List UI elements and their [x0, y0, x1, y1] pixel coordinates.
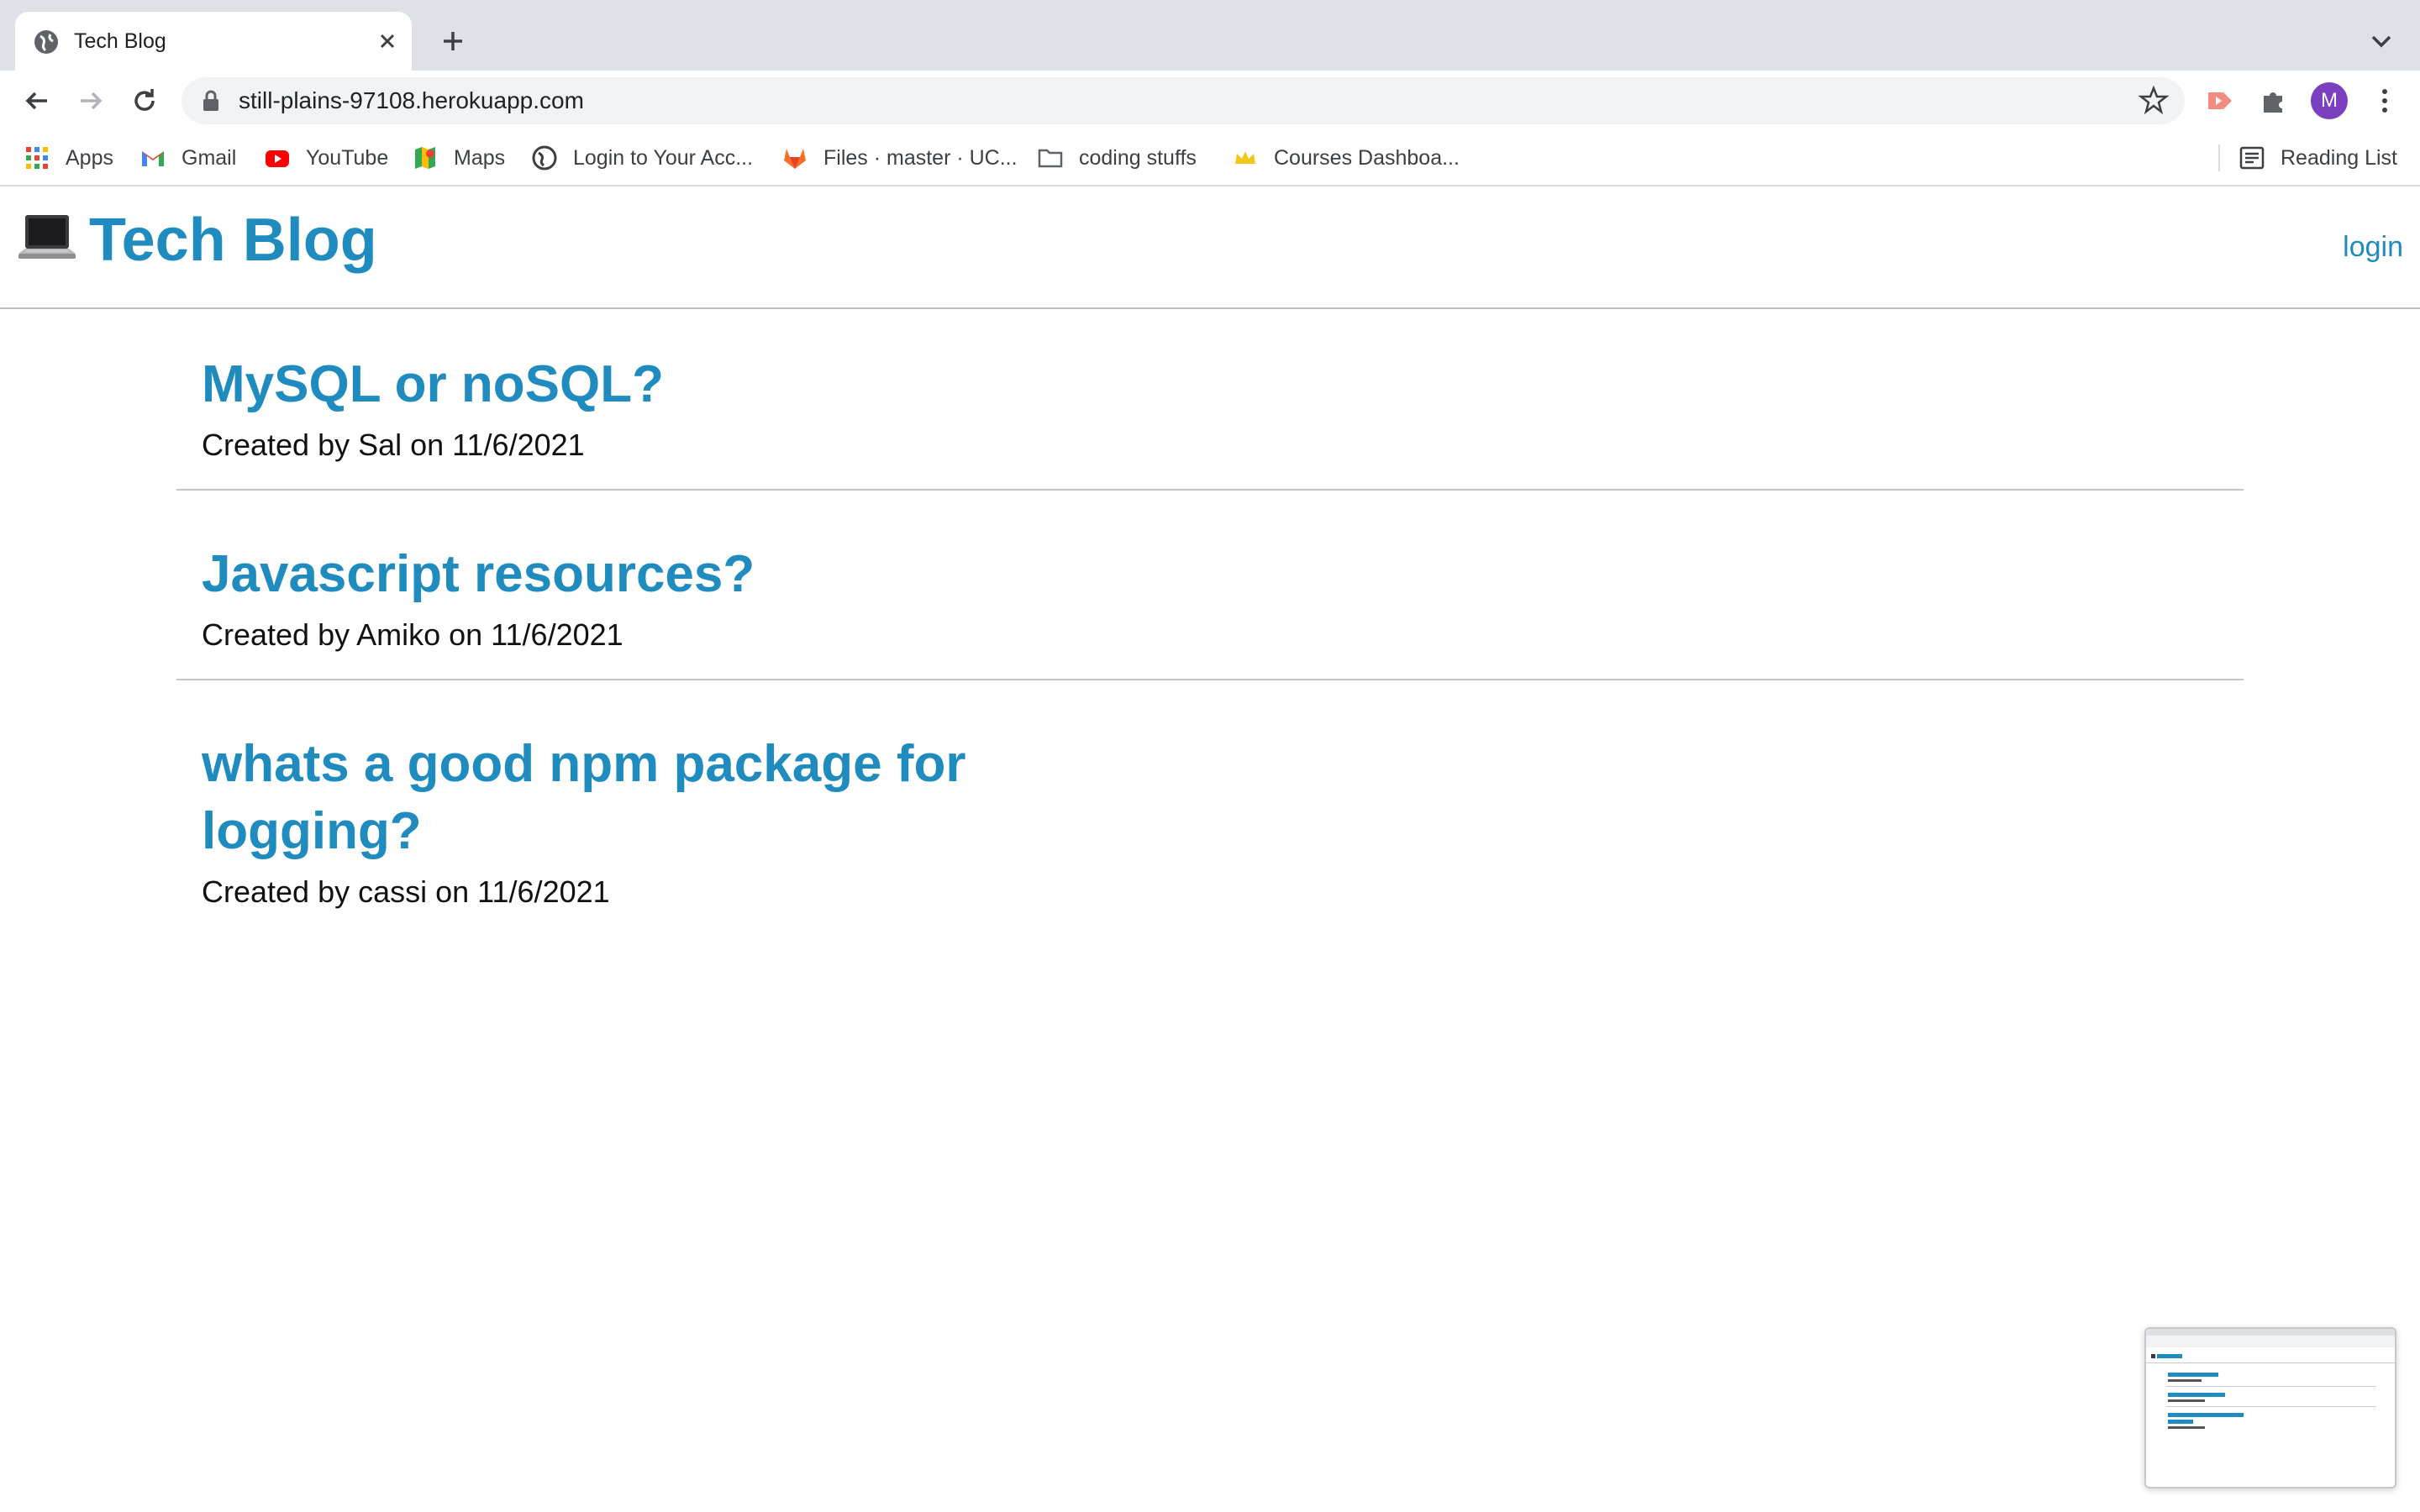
post-meta: Created by Amiko on 11/6/2021 [202, 617, 623, 652]
post-divider [176, 679, 2244, 680]
forward-icon[interactable] [72, 82, 109, 119]
maps-icon [415, 147, 435, 169]
bookmark-apps[interactable]: Apps [24, 141, 113, 175]
post-divider [176, 489, 2244, 491]
globe-icon [34, 30, 58, 54]
bookmark-gitlab-files[interactable]: Files · master · UC... [781, 141, 1018, 175]
kebab-menu-icon[interactable] [2368, 84, 2402, 118]
reading-list-button[interactable]: Reading List [2238, 141, 2397, 175]
thumbnail-preview-image [2146, 1329, 2395, 1429]
post-meta: Created by cassi on 11/6/2021 [202, 874, 610, 909]
new-tab-icon[interactable] [437, 25, 469, 57]
bookmarks-divider [2218, 144, 2220, 171]
reading-list-icon [2239, 146, 2265, 170]
post-title-link[interactable]: Javascript resources? [176, 541, 1059, 608]
bookmark-login-account[interactable]: Login to Your Acc... [531, 141, 753, 175]
tab-title: Tech Blog [74, 29, 166, 53]
back-icon[interactable] [18, 82, 55, 119]
bookmark-star-icon[interactable] [2138, 84, 2170, 116]
bookmark-label: YouTube [306, 145, 389, 170]
post-meta: Created by Sal on 11/6/2021 [202, 428, 585, 462]
site-title[interactable]: Tech Blog [89, 205, 377, 276]
apps-grid-icon [26, 147, 48, 169]
screenshot-thumbnail[interactable] [2144, 1327, 2396, 1488]
url-text[interactable]: still-plains-97108.herokuapp.com [239, 86, 584, 116]
extensions-puzzle-icon[interactable] [2257, 84, 2291, 118]
gitlab-icon [784, 149, 806, 169]
profile-avatar[interactable]: M [2311, 82, 2348, 119]
crown-icon [1235, 151, 1255, 164]
lock-icon[interactable] [202, 90, 220, 112]
close-icon[interactable] [373, 27, 402, 55]
login-link[interactable]: login [2343, 230, 2403, 264]
post-item: whats a good npm package for logging? Cr… [176, 731, 2244, 911]
gmail-icon [142, 151, 164, 166]
globe-icon [532, 145, 557, 171]
bookmark-label: Courses Dashboa... [1274, 145, 1460, 170]
folder-icon [1038, 149, 1063, 168]
reload-icon[interactable] [126, 82, 163, 119]
bookmark-label: Maps [454, 145, 506, 170]
bookmark-maps[interactable]: Maps [412, 141, 505, 175]
screencast-extension-icon[interactable] [2203, 84, 2237, 118]
post-item: Javascript resources? Created by Amiko o… [176, 541, 2244, 680]
post-item: MySQL or noSQL? Created by Sal on 11/6/2… [176, 351, 2244, 491]
tab-search-chevron-icon[interactable] [2366, 29, 2396, 54]
bookmark-label: Login to Your Acc... [573, 145, 754, 170]
post-title-link[interactable]: whats a good npm package for logging? [176, 731, 1059, 865]
bookmark-label: coding stuffs [1079, 145, 1197, 170]
post-title-link[interactable]: MySQL or noSQL? [176, 351, 1059, 418]
youtube-icon [266, 150, 289, 167]
bookmark-youtube[interactable]: YouTube [264, 141, 388, 175]
bookmark-coding-stuffs[interactable]: coding stuffs [1037, 141, 1197, 175]
bookmark-label: Gmail [182, 145, 237, 170]
bookmark-label: Apps [66, 145, 113, 170]
laptop-icon [18, 215, 76, 259]
bookmark-courses-dashboard[interactable]: Courses Dashboa... [1232, 141, 1460, 175]
bookmark-gmail[interactable]: Gmail [139, 141, 236, 175]
bookmark-label: Files · master · UC... [823, 145, 1018, 170]
reading-list-label: Reading List [2281, 145, 2397, 170]
